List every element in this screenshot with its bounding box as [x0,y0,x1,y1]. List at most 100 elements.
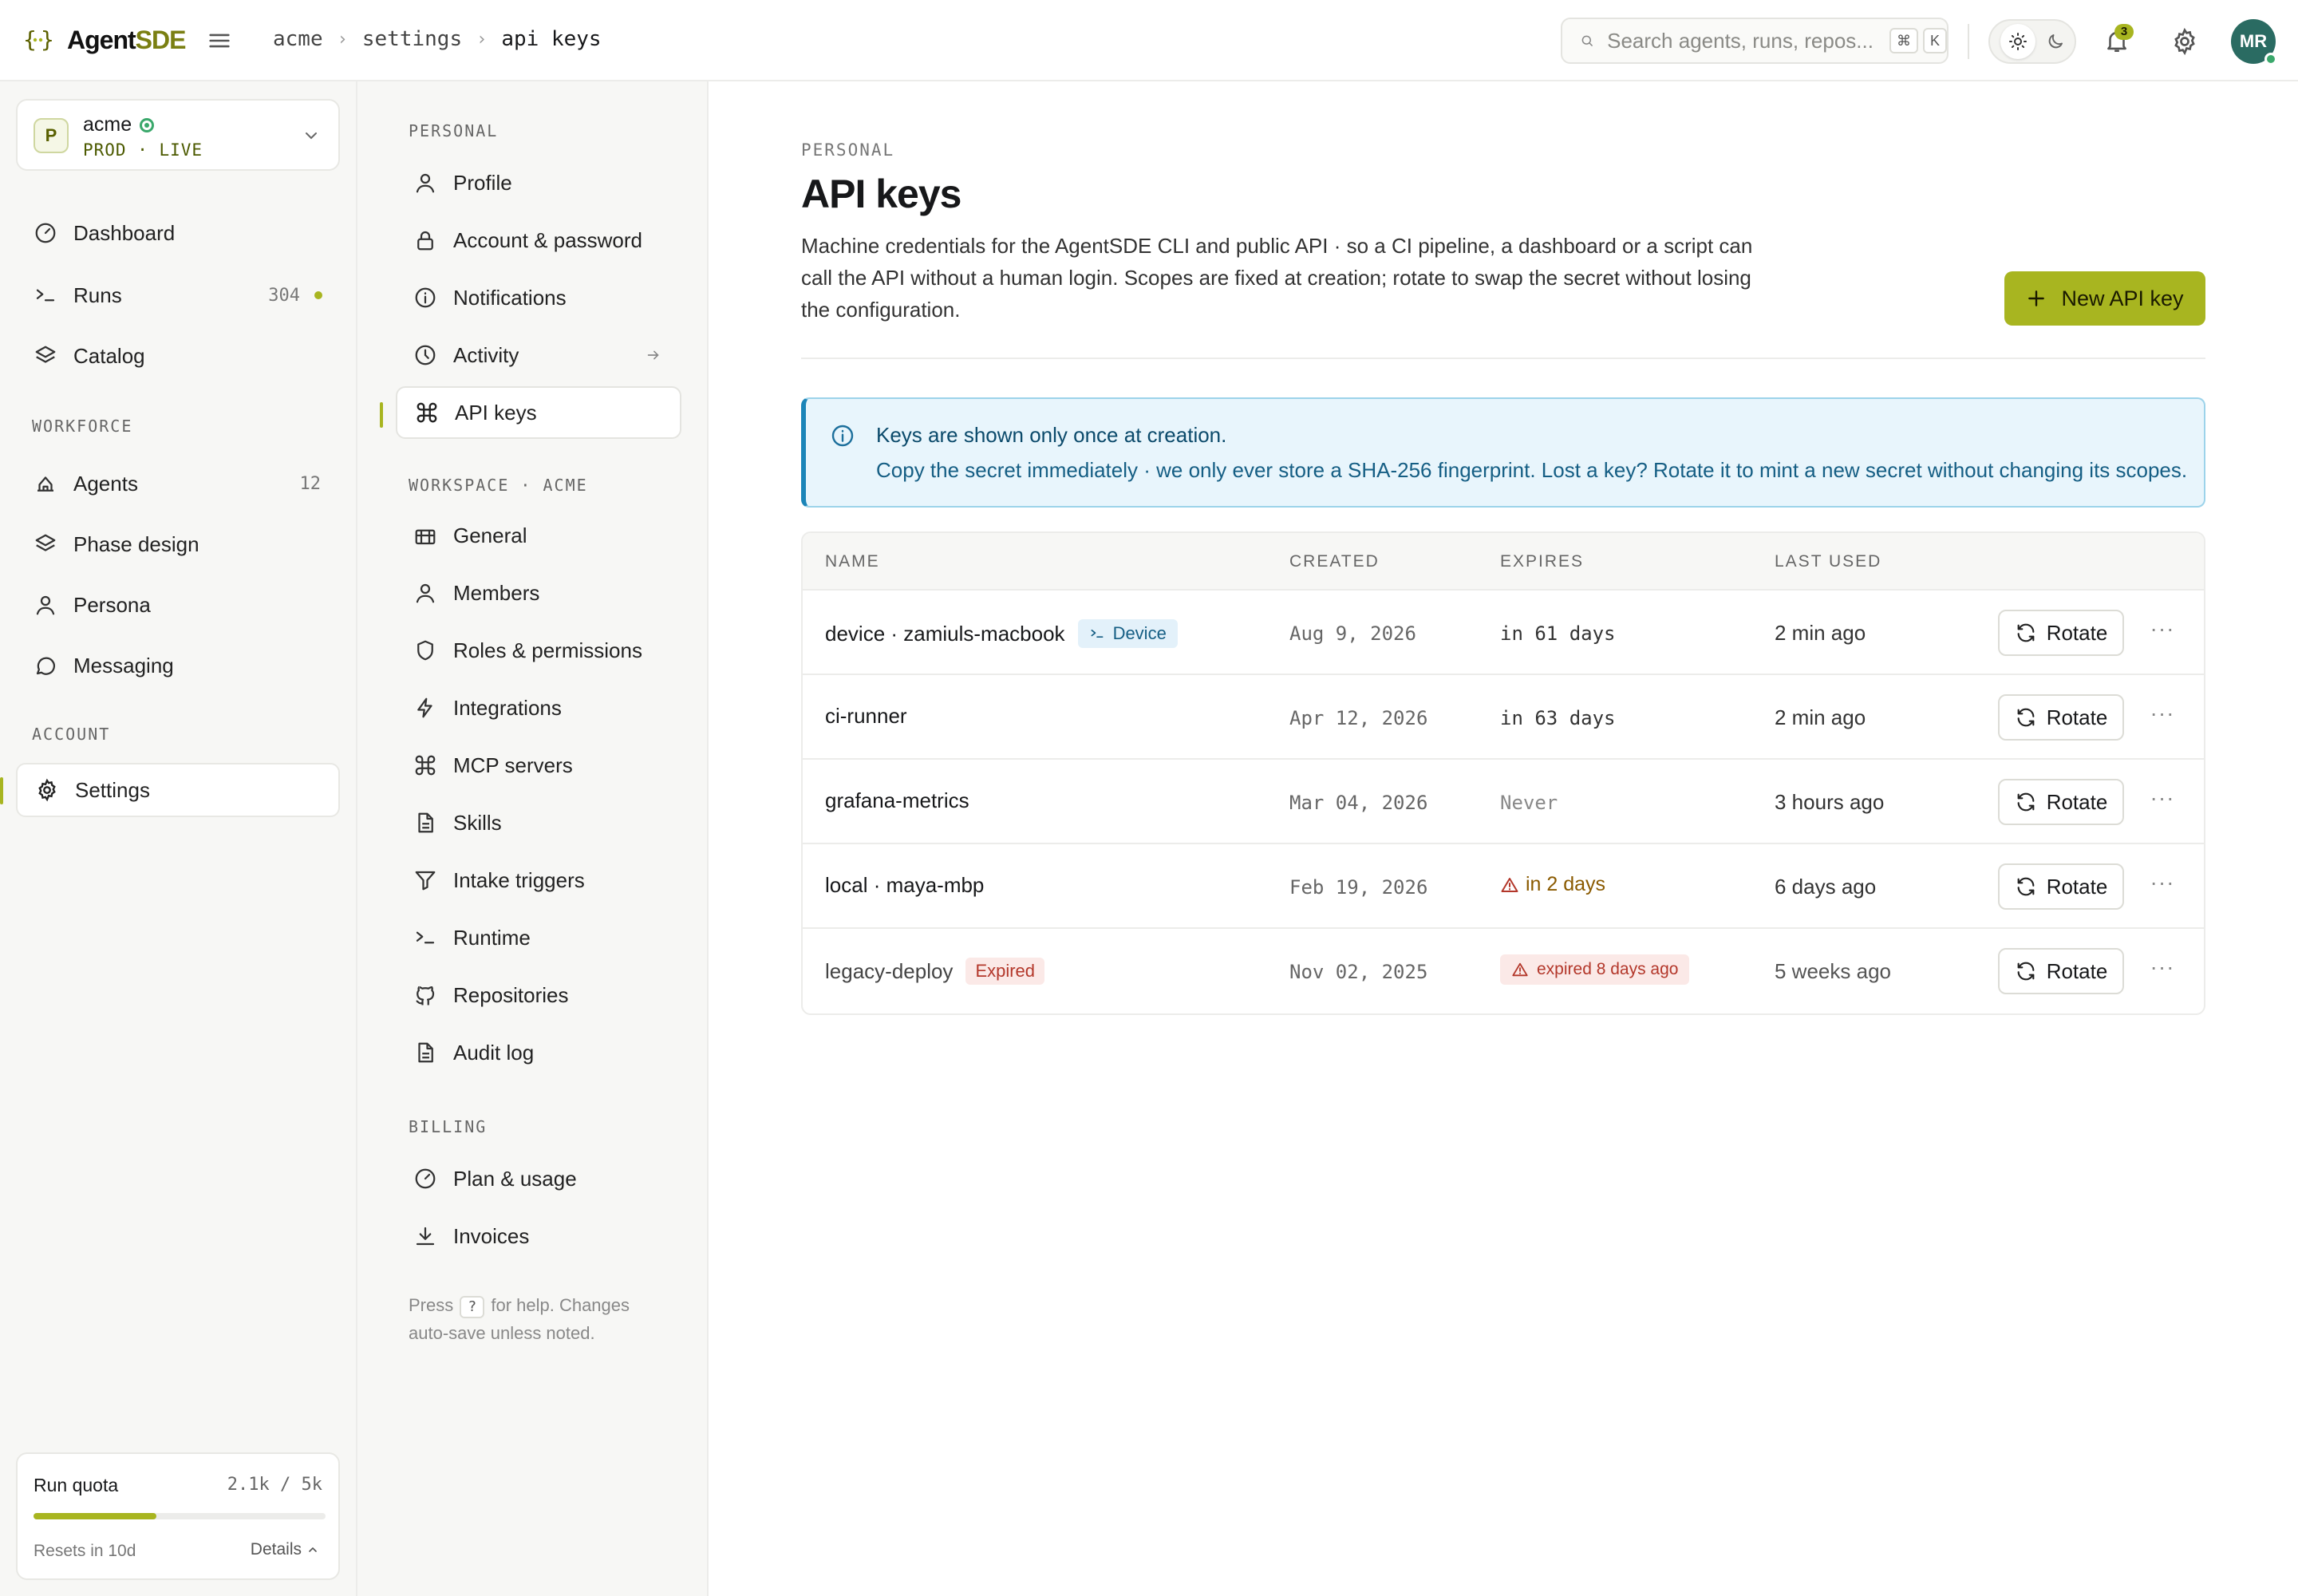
rotate-button[interactable]: Rotate [1998,779,2124,825]
settings-item-audit-log[interactable]: Audit log [396,1026,681,1079]
settings-item-integrations[interactable]: Integrations [396,681,681,734]
settings-item-plan-usage[interactable]: Plan & usage [396,1152,681,1205]
new-api-key-button[interactable]: New API key [2004,271,2205,326]
table-row: local · maya-mbp Feb 19, 2026 in 2 days … [803,844,2204,929]
chat-icon [36,657,55,675]
section-label-account: ACCOUNT [32,725,111,744]
nav-runs[interactable]: Runs 304 [16,268,340,322]
menu-icon[interactable] [206,27,233,54]
key-created: Nov 02, 2025 [1289,961,1428,983]
more-options-icon[interactable]: ··· [2146,618,2178,645]
moon-icon[interactable] [2046,32,2065,51]
settings-item-notifications[interactable]: Notifications [396,271,681,324]
key-name-cell: grafana-metrics [825,788,969,813]
light-mode-option[interactable] [2000,24,2035,59]
rotate-button[interactable]: Rotate [1998,610,2124,656]
arrow-right-icon [647,350,659,360]
rotate-button[interactable]: Rotate [1998,694,2124,741]
shortcut-key-cmd: ⌘ [1889,28,1918,53]
refresh-icon [2017,792,2035,812]
settings-item-skills[interactable]: Skills [396,796,681,849]
nav-phase-design-label: Phase design [73,531,199,556]
global-search[interactable]: Search agents, runs, repos... ⌘ K [1561,18,1949,64]
more-options-icon[interactable]: ··· [2146,871,2178,899]
quota-reset: Resets in 10d [34,1542,136,1560]
online-status-dot [2264,53,2277,65]
terminal-icon [1091,630,1104,638]
column-header-name: NAME [825,552,880,571]
nav-catalog[interactable]: Catalog [16,329,340,383]
nav-persona[interactable]: Persona [16,578,340,632]
key-name: grafana-metrics [825,788,969,812]
user-avatar[interactable]: MR [2231,19,2277,65]
document-icon [418,1042,433,1063]
table-row: ci-runner Apr 12, 2026 in 63 days 2 min … [803,675,2204,760]
gear-icon[interactable] [2170,27,2199,56]
more-options-icon[interactable]: ··· [2146,787,2178,814]
settings-item-api-keys[interactable]: API keys [396,386,681,439]
settings-item-mcp-servers[interactable]: MCP servers [396,739,681,792]
key-last-used: 5 weeks ago [1775,959,1891,983]
settings-item-api-keys-label: API keys [455,400,537,425]
settings-item-runtime[interactable]: Runtime [396,911,681,964]
breadcrumb-separator-icon: › [476,29,488,49]
key-expires: in 63 days [1500,707,1616,729]
nav-messaging[interactable]: Messaging [16,638,340,693]
settings-item-members[interactable]: Members [396,567,681,619]
settings-item-mcp-servers-label: MCP servers [453,753,573,777]
rotate-button[interactable]: Rotate [1998,948,2124,994]
nav-messaging-label: Messaging [73,653,174,678]
settings-item-activity-label: Activity [453,342,519,367]
workspace-avatar: P [34,118,69,153]
rotate-button[interactable]: Rotate [1998,863,2124,910]
settings-item-invoices-label: Invoices [453,1223,530,1248]
settings-item-roles[interactable]: Roles & permissions [396,624,681,677]
nav-agents[interactable]: Agents 12 [16,456,340,511]
more-options-icon[interactable]: ··· [2146,956,2178,983]
settings-item-invoices[interactable]: Invoices [396,1210,681,1262]
key-last-used: 6 days ago [1775,875,1877,899]
settings-item-audit-log-label: Audit log [453,1040,535,1065]
person-icon [416,173,435,193]
breadcrumb-settings[interactable]: settings [362,27,462,51]
settings-item-intake-triggers[interactable]: Intake triggers [396,854,681,907]
nav-phase-design[interactable]: Phase design [16,517,340,571]
bolt-icon [417,697,432,718]
info-callout-heading: Keys are shown only once at creation. [876,423,1227,447]
nav-dashboard-label: Dashboard [73,220,176,245]
lock-icon [417,231,433,251]
refresh-icon [2017,877,2035,896]
settings-item-activity[interactable]: Activity [396,329,681,381]
info-icon [831,425,854,447]
active-indicator [0,777,3,804]
help-hint-pre: Press [409,1295,454,1315]
breadcrumb-acme[interactable]: acme [273,27,323,51]
workspace-switcher[interactable]: P acme PROD · LIVE [16,99,340,171]
gauge-icon [415,1168,436,1189]
quota-details-link[interactable]: Details [251,1540,319,1559]
settings-item-profile[interactable]: Profile [396,156,681,209]
workspace-name: acme [83,113,155,136]
settings-item-repositories[interactable]: Repositories [396,969,681,1021]
quota-details-label: Details [250,1540,302,1558]
key-name: legacy-deploy [825,958,954,983]
settings-section-personal: PERSONAL [409,121,499,140]
theme-toggle[interactable] [1988,19,2076,64]
settings-item-account[interactable]: Account & password [396,214,681,267]
terminal-icon [36,289,55,302]
more-options-icon[interactable]: ··· [2146,702,2178,729]
device-tag-label: Device [1112,623,1167,643]
settings-section-billing: BILLING [409,1117,488,1136]
settings-item-general[interactable]: General [396,509,681,562]
settings-item-account-label: Account & password [453,227,643,252]
key-name-cell: legacy-deploy Expired [825,958,1045,985]
refresh-icon [2017,708,2035,727]
brand-logo[interactable]: {} AgentSDE [22,24,186,56]
document-icon [418,812,433,833]
nav-settings[interactable]: Settings [16,763,340,817]
notifications-button[interactable]: 3 [2103,24,2134,54]
workspace-environment: PROD · LIVE [83,140,203,160]
table-row: device · zamiuls-macbook Device Aug 9, 2… [803,591,2204,675]
nav-dashboard[interactable]: Dashboard [16,206,340,260]
dashboard-icon [35,223,56,243]
